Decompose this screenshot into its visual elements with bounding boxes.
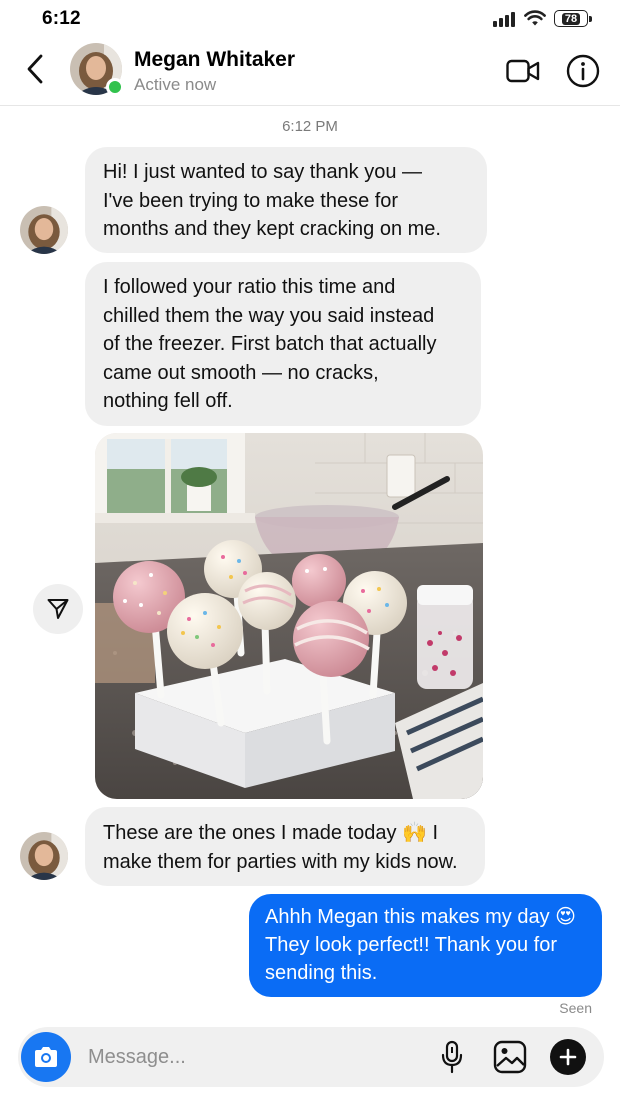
send-icon (47, 599, 69, 619)
chevron-left-icon (27, 54, 43, 84)
info-button[interactable] (565, 53, 601, 89)
cake-pops-photo (95, 433, 483, 799)
add-button[interactable] (550, 1039, 586, 1075)
online-indicator (106, 78, 124, 96)
chat-header: Megan Whitaker Active now (0, 40, 620, 106)
camera-button[interactable] (21, 1032, 71, 1082)
message-line: sending this. (265, 962, 378, 984)
back-button[interactable] (18, 52, 52, 86)
message-line: I followed your ratio this time and (103, 276, 396, 298)
message-composer (18, 1027, 604, 1087)
contact-name[interactable]: Megan Whitaker (134, 48, 295, 72)
message-bubble-incoming[interactable]: Hi! I just wanted to say thank you — I'v… (85, 147, 487, 253)
message-line: months and they kept cracking on me. (103, 218, 441, 240)
message-line: came out smooth — no cracks, (103, 361, 379, 384)
video-camera-icon (506, 59, 540, 83)
microphone-icon (441, 1040, 463, 1074)
message-line: nothing fell off. (103, 390, 233, 412)
contact-status: Active now (134, 75, 217, 94)
status-icons: 78 (492, 10, 592, 27)
wifi-icon (524, 10, 546, 26)
message-line: These are the ones I made today 🙌 I (103, 822, 439, 844)
video-call-button[interactable] (503, 54, 543, 88)
message-bubble-outgoing[interactable]: Ahhh Megan this makes my day 😍 They look… (249, 894, 602, 997)
sender-avatar[interactable] (20, 832, 68, 880)
plus-icon (559, 1048, 577, 1066)
avatar-photo (20, 206, 68, 254)
battery-level: 78 (561, 12, 581, 25)
message-line: They look perfect!! Thank you for (265, 934, 558, 956)
status-time: 6:12 (42, 8, 81, 29)
image-gallery-icon (493, 1040, 527, 1074)
status-bar: 6:12 78 (0, 0, 620, 40)
message-line: make them for parties with my kids now. (103, 850, 458, 873)
gallery-button[interactable] (492, 1039, 528, 1075)
message-bubble-incoming[interactable]: These are the ones I made today 🙌 I make… (85, 807, 485, 886)
battery-icon: 78 (554, 10, 592, 27)
microphone-button[interactable] (436, 1039, 468, 1075)
sender-avatar[interactable] (20, 206, 68, 254)
camera-icon (35, 1047, 57, 1067)
avatar-photo (20, 832, 68, 880)
cellular-signal-icon (493, 11, 515, 27)
message-bubble-incoming[interactable]: I followed your ratio this time and chil… (85, 262, 481, 426)
info-icon (566, 54, 600, 88)
share-button[interactable] (33, 584, 83, 634)
conversation-timestamp: 6:12 PM (282, 118, 338, 135)
message-line: Ahhh Megan this makes my day 😍 (265, 906, 576, 928)
message-line: Hi! I just wanted to say thank you — (103, 161, 423, 183)
message-line: of the freezer. First batch that actuall… (103, 333, 437, 355)
message-input[interactable] (88, 1041, 418, 1073)
photo-message[interactable] (95, 433, 483, 799)
seen-receipt: Seen (559, 1000, 592, 1016)
message-line: I've been trying to make these for (103, 189, 399, 212)
message-line: chilled them the way you said instead (103, 304, 435, 327)
